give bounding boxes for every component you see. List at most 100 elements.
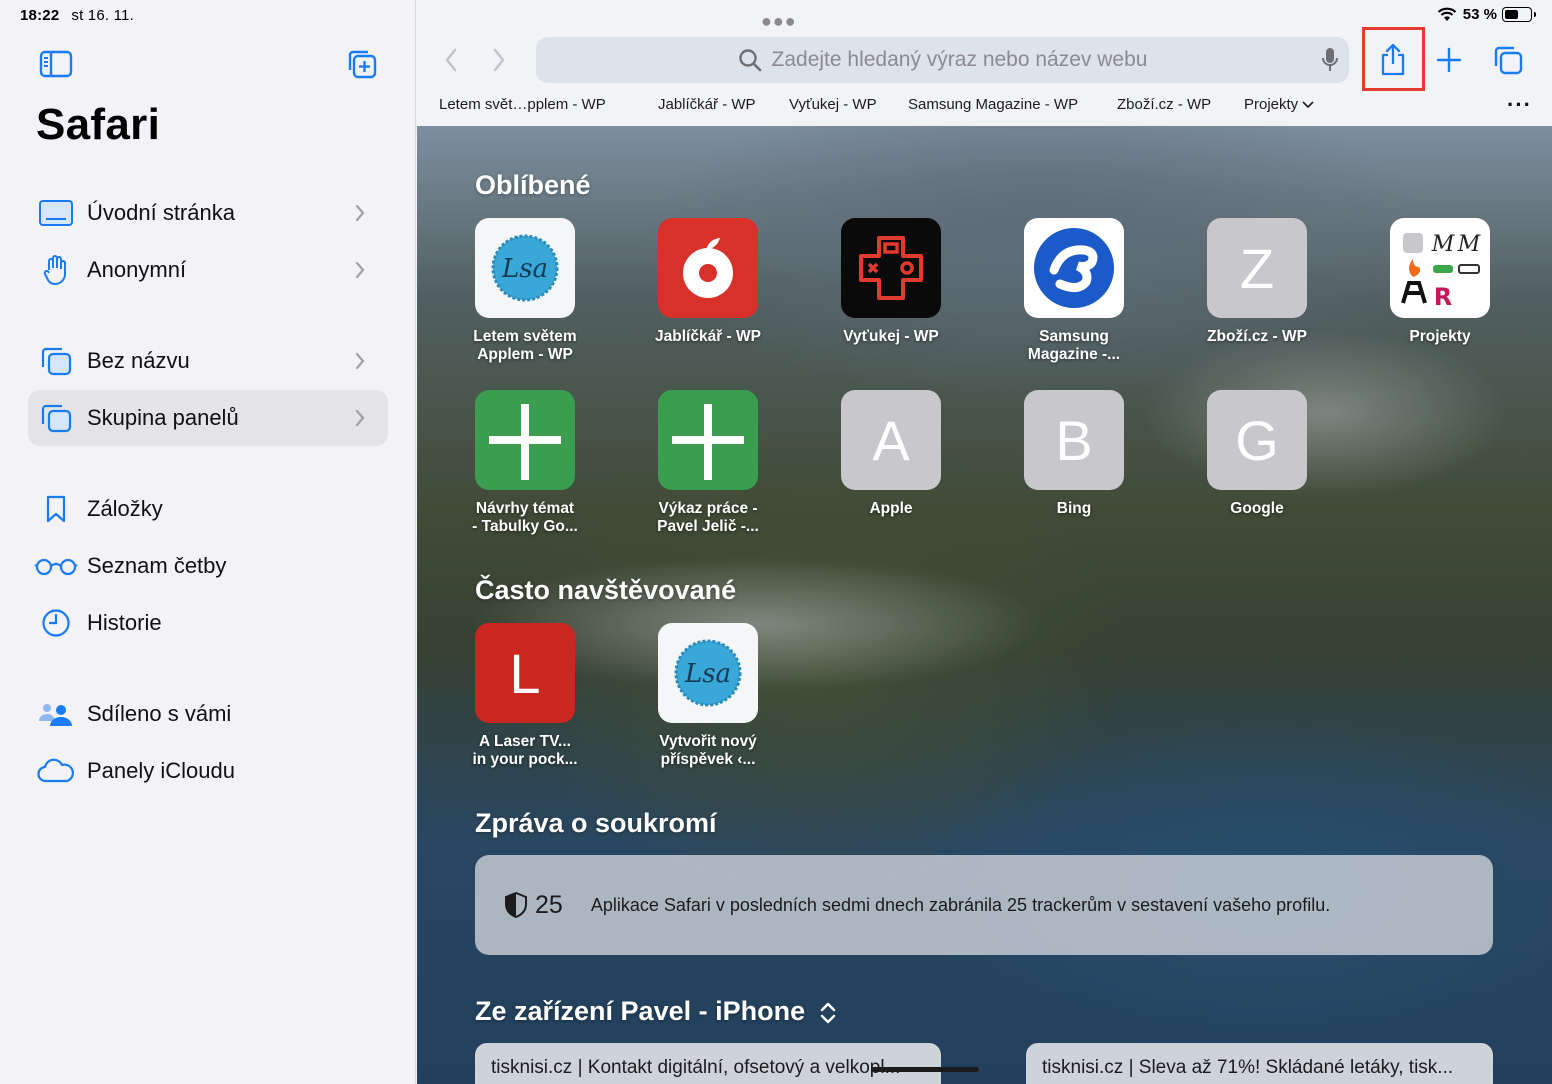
tile-label: Letem světem <box>473 328 577 345</box>
tile-label: Pavel Jelič -... <box>657 518 759 535</box>
start-page-icon <box>28 185 84 241</box>
bookmark-folder-label: Projekty <box>1244 96 1299 113</box>
sidebar-item-label: Bez názvu <box>87 348 190 373</box>
bookmark-link[interactable]: Zboží.cz - WP <box>1117 96 1211 113</box>
favorite-tile[interactable]: Návrhy témat - Tabulky Go... <box>472 390 578 536</box>
toolbar: ●●● 53 % Zadejte hledaný výraz nebo náze… <box>417 0 1552 126</box>
tile-label: Vyťukej - WP <box>843 328 939 345</box>
favorite-tile[interactable]: Výkaz práce - Pavel Jelič -... <box>657 390 759 536</box>
favorite-tile[interactable]: B Bing <box>1024 390 1124 518</box>
bookmark-link[interactable]: Samsung Magazine - WP <box>908 96 1078 113</box>
svg-text:Lsa: Lsa <box>684 659 731 689</box>
tile-label: Magazine -... <box>1027 346 1121 363</box>
sidebar-item-shared-with-you[interactable]: Sdíleno s vámi <box>28 686 388 742</box>
shared-icon <box>28 686 84 742</box>
sidebar-item-icloud-tabs[interactable]: Panely iCloudu <box>28 743 388 799</box>
favorite-tile[interactable]: Vyťukej - WP <box>841 218 941 346</box>
tabs-icon <box>28 390 84 446</box>
sidebar-item-label: Úvodní stránka <box>87 200 235 225</box>
sidebar-item-untitled[interactable]: Bez názvu <box>28 333 388 389</box>
share-highlight-box <box>1362 27 1425 91</box>
bookmark-link[interactable]: Letem svět…pplem - WP <box>439 96 606 113</box>
tile-letter: A <box>872 408 910 472</box>
tile-label: Výkaz práce - <box>658 500 758 517</box>
tracker-count: 25 <box>535 890 563 919</box>
plus-icon <box>1436 47 1462 73</box>
favorite-tile[interactable]: Z Zboží.cz - WP <box>1207 218 1307 346</box>
chevron-right-icon <box>355 409 365 427</box>
letter-icon: G <box>1207 390 1307 490</box>
new-tab-group-icon <box>348 50 377 79</box>
frequent-tile[interactable]: Lsa Vytvořit nový příspěvek ‹... <box>658 623 758 769</box>
browser-main: ●●● 53 % Zadejte hledaný výraz nebo náze… <box>417 0 1552 1084</box>
sidebar-item-label: Anonymní <box>87 257 187 282</box>
device-tab-title: tisknisi.cz | Kontakt digitální, ofsetov… <box>491 1057 901 1078</box>
favorite-folder-tile[interactable]: MM R Projekty <box>1390 218 1490 346</box>
new-tab-group-button[interactable] <box>342 44 382 84</box>
tile-label: Projekty <box>1409 328 1471 345</box>
favorite-tile[interactable]: Lsa Letem světem Applem - WP <box>473 218 577 364</box>
favorite-tile[interactable]: G Google <box>1207 390 1307 518</box>
tile-label: Google <box>1230 500 1284 517</box>
sidebar-item-label: Skupina panelů <box>87 405 239 430</box>
chevron-right-icon <box>355 204 365 222</box>
back-button[interactable] <box>435 44 467 76</box>
multitasking-handle[interactable]: ●●● <box>761 11 797 32</box>
tile-letter: B <box>1055 408 1093 472</box>
letter-icon: A <box>841 390 941 490</box>
sidebar-item-reading-list[interactable]: Seznam četby <box>28 538 388 594</box>
address-bar[interactable]: Zadejte hledaný výraz nebo název webu <box>536 37 1349 83</box>
tile-letter: G <box>1235 408 1279 472</box>
sheets-icon <box>475 390 575 490</box>
chevron-right-icon <box>355 261 365 279</box>
tile-label: A Laser TV... <box>479 733 571 750</box>
sidebar-item-tab-group[interactable]: Skupina panelů <box>28 390 388 446</box>
search-placeholder: Zadejte hledaný výraz nebo název webu <box>771 48 1148 71</box>
privacy-report-card[interactable]: 25 Aplikace Safari v posledních sedmi dn… <box>475 855 1493 955</box>
wifi-icon <box>1437 7 1457 21</box>
new-tab-button[interactable] <box>1429 40 1469 80</box>
forward-button[interactable] <box>483 44 515 76</box>
frequent-tile[interactable]: L A Laser TV... in your pock... <box>472 623 578 769</box>
device-tab-card[interactable]: tisknisi.cz | Kontakt digitální, ofsetov… <box>475 1043 941 1084</box>
sidebar-toggle-button[interactable] <box>36 44 76 84</box>
sidebar-item-history[interactable]: Historie <box>28 595 388 651</box>
favorite-tile[interactable]: A Apple <box>841 390 941 518</box>
bookmark-link[interactable]: Vyťukej - WP <box>789 96 877 113</box>
svg-text:R: R <box>1434 283 1452 311</box>
sidebar-item-label: Panely iCloudu <box>87 758 235 783</box>
samsung-magazine-logo-icon <box>1024 218 1124 318</box>
tile-label: - Tabulky Go... <box>472 518 578 535</box>
battery-icon <box>1502 7 1536 22</box>
sidebar-item-label: Záložky <box>87 496 163 521</box>
hand-icon <box>28 242 84 298</box>
home-indicator[interactable] <box>871 1067 979 1072</box>
sidebar-item-label: Sdíleno s vámi <box>87 701 232 726</box>
sidebar-item-bookmarks[interactable]: Záložky <box>28 481 388 537</box>
device-tab-card[interactable]: tisknisi.cz | Sleva až 71%! Skládané let… <box>1026 1043 1493 1084</box>
tile-label: Bing <box>1056 500 1092 517</box>
sidebar-item-start-page[interactable]: Úvodní stránka <box>28 185 388 241</box>
more-bookmarks-button[interactable]: ··· <box>1507 92 1532 118</box>
letter-icon: Z <box>1207 218 1307 318</box>
sidebar-item-private[interactable]: Anonymní <box>28 242 388 298</box>
chevron-right-icon <box>355 352 365 370</box>
bookmark-icon <box>28 481 84 537</box>
favorite-tile[interactable]: Jablíčkář - WP <box>655 218 761 346</box>
tile-label: Apple <box>869 500 913 517</box>
microphone-icon[interactable] <box>1321 47 1339 73</box>
device-title-row[interactable]: Ze zařízení Pavel - iPhone <box>475 996 837 1027</box>
bookmark-folder[interactable]: Projekty <box>1244 96 1314 113</box>
bookmark-link[interactable]: Jablíčkář - WP <box>658 96 756 113</box>
cloud-icon <box>28 743 84 799</box>
favorite-tile[interactable]: Samsung Magazine -... <box>1024 218 1124 364</box>
battery-percent: 53 % <box>1462 6 1497 23</box>
clock-icon <box>28 595 84 651</box>
start-page: Oblíbené Lsa Letem světem Applem - WP Jab… <box>417 126 1552 1084</box>
tab-overview-button[interactable] <box>1488 40 1528 80</box>
lsa-logo-icon: Lsa <box>475 218 575 318</box>
favorites-title: Oblíbené <box>475 170 591 200</box>
tile-label: Samsung <box>1039 328 1109 345</box>
tabs-overview-icon <box>1494 46 1523 75</box>
tile-label: Applem - WP <box>477 346 573 363</box>
